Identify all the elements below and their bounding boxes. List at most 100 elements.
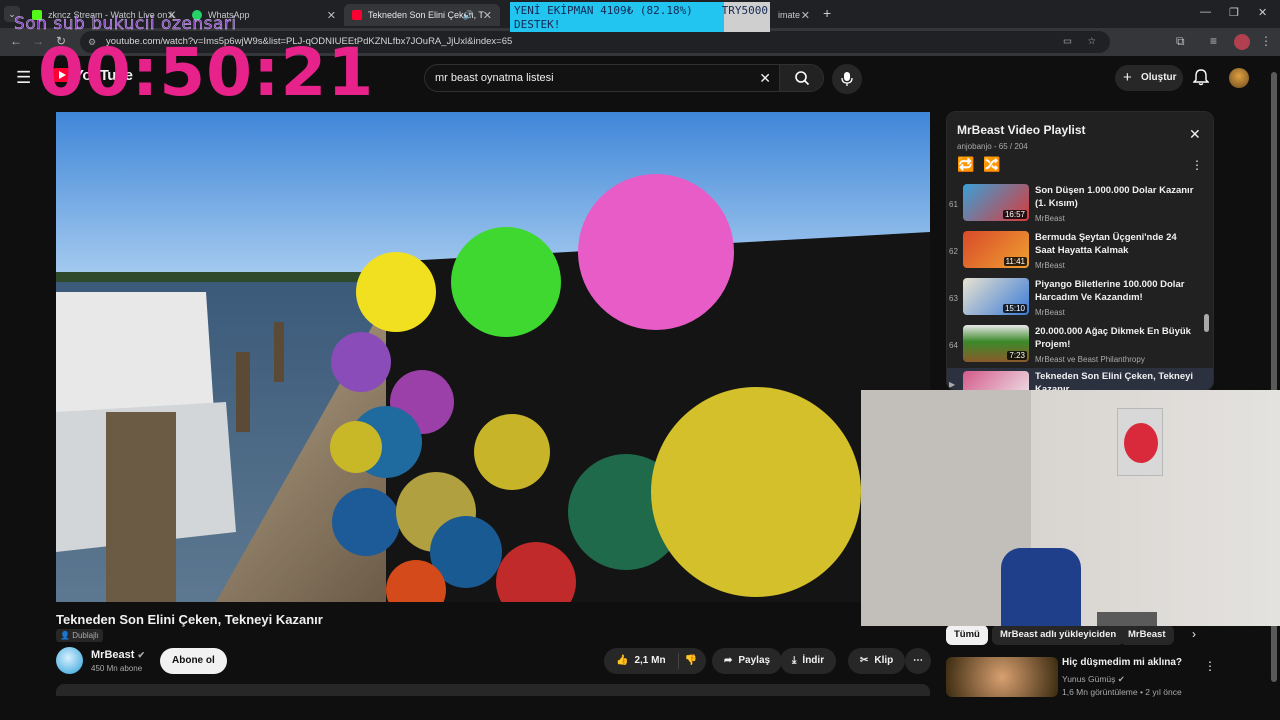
recommendation-thumbnail[interactable] — [946, 657, 1058, 697]
speaker-icon[interactable]: 🔊 — [463, 10, 474, 21]
new-tab-button[interactable]: + — [823, 5, 831, 21]
video-frame — [56, 112, 930, 602]
create-button[interactable]: + Oluştur — [1115, 65, 1183, 91]
playlist-menu-icon[interactable]: ⋮ — [1191, 158, 1203, 172]
dubbed-badge: 👤 Dublajlı — [56, 629, 103, 642]
like-dislike-group: 👍 2,1 Mn 👎 — [604, 648, 706, 674]
recommendation-channel[interactable]: Yunus Gümüş ✔ — [1062, 674, 1125, 685]
donation-goal: TRY5000 — [721, 4, 768, 17]
scrollbar-thumb[interactable] — [1204, 314, 1209, 332]
recommendation-title[interactable]: Hiç düşmedim mi aklına? — [1062, 657, 1182, 668]
donation-title: YENİ EKİPMAN 4109₺ (82.18%) — [514, 4, 693, 17]
chair — [1001, 548, 1081, 626]
chip-all[interactable]: Tümü — [946, 625, 988, 645]
playlist-item[interactable]: 62 11:41 Bermuda Şeytan Üçgeni'nde 24 Sa… — [947, 229, 1205, 275]
tab-other[interactable]: imate ✕ — [770, 4, 816, 26]
extensions-icon[interactable]: ⧉ — [1176, 34, 1185, 49]
like-button[interactable]: 👍 2,1 Mn — [616, 648, 666, 674]
close-icon[interactable]: ✕ — [801, 9, 810, 22]
voice-search-button[interactable] — [832, 64, 862, 94]
like-count: 2,1 Mn — [634, 655, 666, 666]
close-icon[interactable]: ✕ — [1189, 126, 1201, 143]
back-icon[interactable]: ← — [10, 34, 22, 48]
video-player[interactable] — [56, 112, 930, 602]
download-button[interactable]: ⤓ İndir — [780, 648, 837, 674]
item-channel: MrBeast — [1035, 261, 1065, 270]
playlist-meta: anjobanjo - 65 / 204 — [957, 142, 1028, 151]
item-channel: MrBeast — [1035, 308, 1065, 317]
playlist-item[interactable]: 64 7:23 20.000.000 Ağaç Dikmek En Büyük … — [947, 323, 1205, 369]
item-channel: MrBeast — [1035, 214, 1065, 223]
download-icon: ⤓ — [792, 655, 797, 666]
video-title: Tekneden Son Elini Çeken, Tekneyi Kazanı… — [56, 612, 323, 627]
chevron-right-icon[interactable]: › — [1192, 627, 1196, 641]
profile-avatar[interactable] — [1234, 34, 1250, 50]
download-label: İndir — [802, 655, 825, 666]
recommendation-channel-text: Yunus Gümüş — [1062, 674, 1116, 684]
playlist-scrollbar[interactable] — [1204, 182, 1209, 384]
hamburger-menu-icon[interactable]: ☰ — [16, 68, 31, 88]
close-window-icon[interactable]: ✕ — [1258, 6, 1267, 19]
close-icon[interactable]: ✕ — [327, 9, 336, 22]
thumbs-up-icon: 👍 — [616, 655, 629, 666]
dubbed-label: Dublajlı — [72, 631, 99, 640]
bookmark-star-icon[interactable]: ☆ — [1087, 31, 1096, 53]
clear-search-icon[interactable]: ✕ — [759, 65, 771, 91]
poster-figure — [1124, 423, 1158, 463]
thumbs-down-icon[interactable]: 👎 — [685, 648, 697, 674]
item-number: 63 — [949, 294, 958, 303]
item-channel: MrBeast ve Beast Philanthropy — [1035, 355, 1145, 364]
reading-list-icon[interactable]: ≡ — [1210, 34, 1217, 48]
scissors-icon: ✂ — [860, 655, 869, 666]
search-input[interactable]: mr beast oynatma listesi ✕ — [424, 64, 824, 92]
subscribe-button[interactable]: Abone ol — [160, 648, 227, 674]
tab-youtube[interactable]: Tekneden Son Elini Çeken, T 🔊 ✕ — [344, 4, 500, 26]
channel-name-text: MrBeast — [91, 649, 135, 661]
desk-edge — [1097, 612, 1157, 626]
restore-icon[interactable]: ❐ — [1229, 6, 1239, 19]
now-playing-icon: ▶ — [949, 380, 956, 389]
donation-goal-bar: YENİ EKİPMAN 4109₺ (82.18%) DESTEK! TRY5… — [510, 2, 770, 32]
video-thumbnail — [963, 371, 1029, 390]
duration: 15:10 — [1002, 304, 1027, 313]
more-horiz-icon: ⋯ — [913, 655, 923, 666]
description-box[interactable] — [56, 684, 930, 696]
recommendation-meta: 1,6 Mn görüntüleme • 2 yıl önce — [1062, 687, 1182, 697]
channel-avatar[interactable] — [56, 647, 83, 674]
account-avatar[interactable] — [1229, 68, 1249, 88]
search-query: mr beast oynatma listesi — [435, 72, 554, 84]
share-button[interactable]: ➦ Paylaş — [712, 648, 783, 674]
duration: 16:57 — [1002, 210, 1027, 219]
chip-uploader[interactable]: MrBeast adlı yükleyiciden — [992, 625, 1125, 645]
close-icon[interactable]: ✕ — [483, 9, 492, 22]
create-label: Oluştur — [1141, 72, 1177, 83]
recommendation-menu-icon[interactable]: ⋮ — [1204, 659, 1216, 673]
item-title: Tekneden Son Elini Çeken, Tekneyi Kazanı… — [1035, 371, 1194, 391]
poster — [1117, 408, 1163, 476]
cast-icon[interactable]: ▭ — [1063, 31, 1072, 53]
minimize-icon[interactable]: — — [1200, 6, 1211, 18]
search-button[interactable] — [779, 65, 823, 91]
share-icon: ➦ — [724, 655, 733, 666]
verified-icon: ✔ — [137, 650, 146, 660]
playlist-item-current[interactable]: ▶ Tekneden Son Elini Çeken, Tekneyi Kaza… — [947, 368, 1213, 391]
playlist-item[interactable]: 63 15:10 Piyango Biletlerine 100.000 Dol… — [947, 276, 1205, 322]
chip-channel[interactable]: MrBeast — [1120, 625, 1174, 645]
share-label: Paylaş — [738, 655, 771, 666]
channel-name[interactable]: MrBeast ✔ — [91, 649, 145, 661]
duration: 11:41 — [1003, 257, 1027, 266]
menu-dots-icon[interactable]: ⋮ — [1260, 34, 1272, 48]
more-actions-button[interactable]: ⋯ — [905, 648, 931, 674]
clip-button[interactable]: ✂ Klip — [848, 648, 906, 674]
duration: 7:23 — [1007, 351, 1027, 360]
youtube-icon — [352, 10, 362, 20]
video-thumbnail: 16:57 — [963, 184, 1029, 221]
video-thumbnail: 7:23 — [963, 325, 1029, 362]
playlist-title[interactable]: MrBeast Video Playlist — [957, 123, 1086, 137]
microphone-icon — [841, 72, 853, 86]
shuffle-icon[interactable]: 🔀 — [983, 156, 1000, 173]
playlist-item[interactable]: 61 16:57 Son Düşen 1.000.000 Dolar Kazan… — [947, 182, 1205, 228]
notifications-bell-icon[interactable] — [1192, 68, 1210, 91]
person-icon: 👤 — [60, 631, 70, 640]
loop-icon[interactable]: 🔁 — [957, 156, 974, 173]
